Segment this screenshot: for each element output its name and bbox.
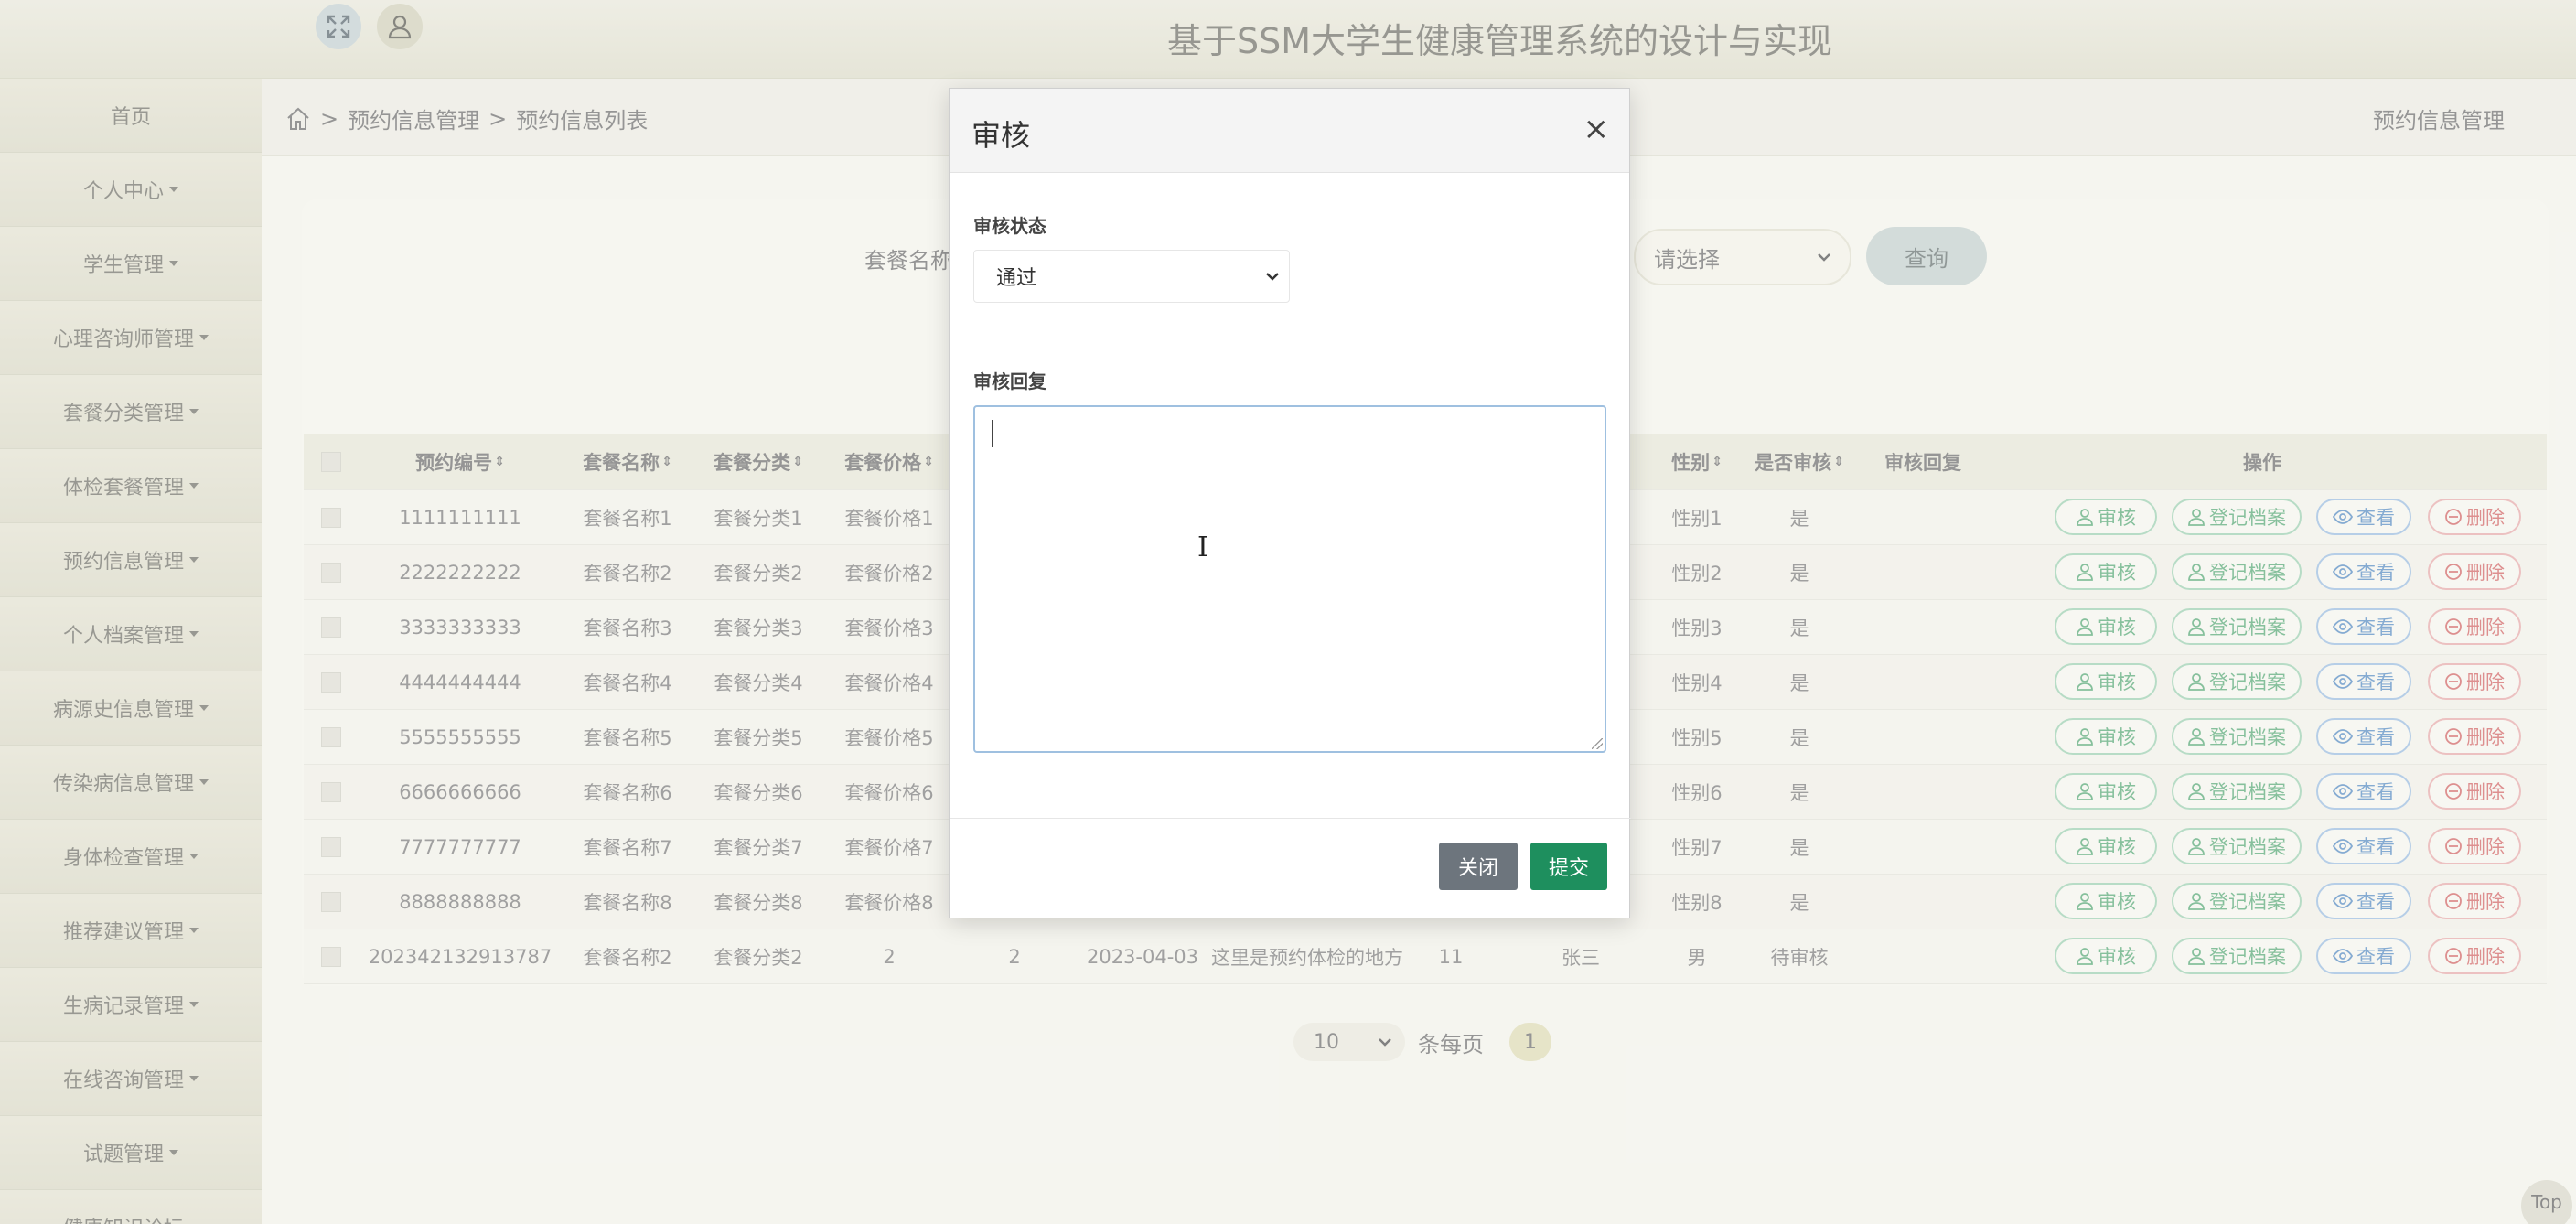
text-cursor-icon: I xyxy=(1197,531,1208,564)
dialog-header: 审核 × xyxy=(950,89,1629,173)
reply-textarea[interactable] xyxy=(973,405,1606,753)
chevron-down-icon xyxy=(1266,273,1279,281)
reply-label: 审核回复 xyxy=(973,370,1046,392)
text-caret xyxy=(992,420,993,447)
close-icon[interactable]: × xyxy=(1583,111,1610,147)
resize-handle[interactable] xyxy=(1592,738,1603,749)
status-select[interactable]: 通过 xyxy=(973,250,1290,303)
dialog-title: 审核 xyxy=(971,118,1031,153)
dialog-footer xyxy=(950,818,1631,918)
status-select-value: 通过 xyxy=(996,267,1037,290)
audit-dialog: 审核 × 审核状态 通过 审核回复 I 关闭 提交 xyxy=(949,88,1631,918)
close-button[interactable]: 关闭 xyxy=(1439,843,1518,890)
submit-button[interactable]: 提交 xyxy=(1530,843,1607,890)
status-label: 审核状态 xyxy=(973,215,1046,237)
